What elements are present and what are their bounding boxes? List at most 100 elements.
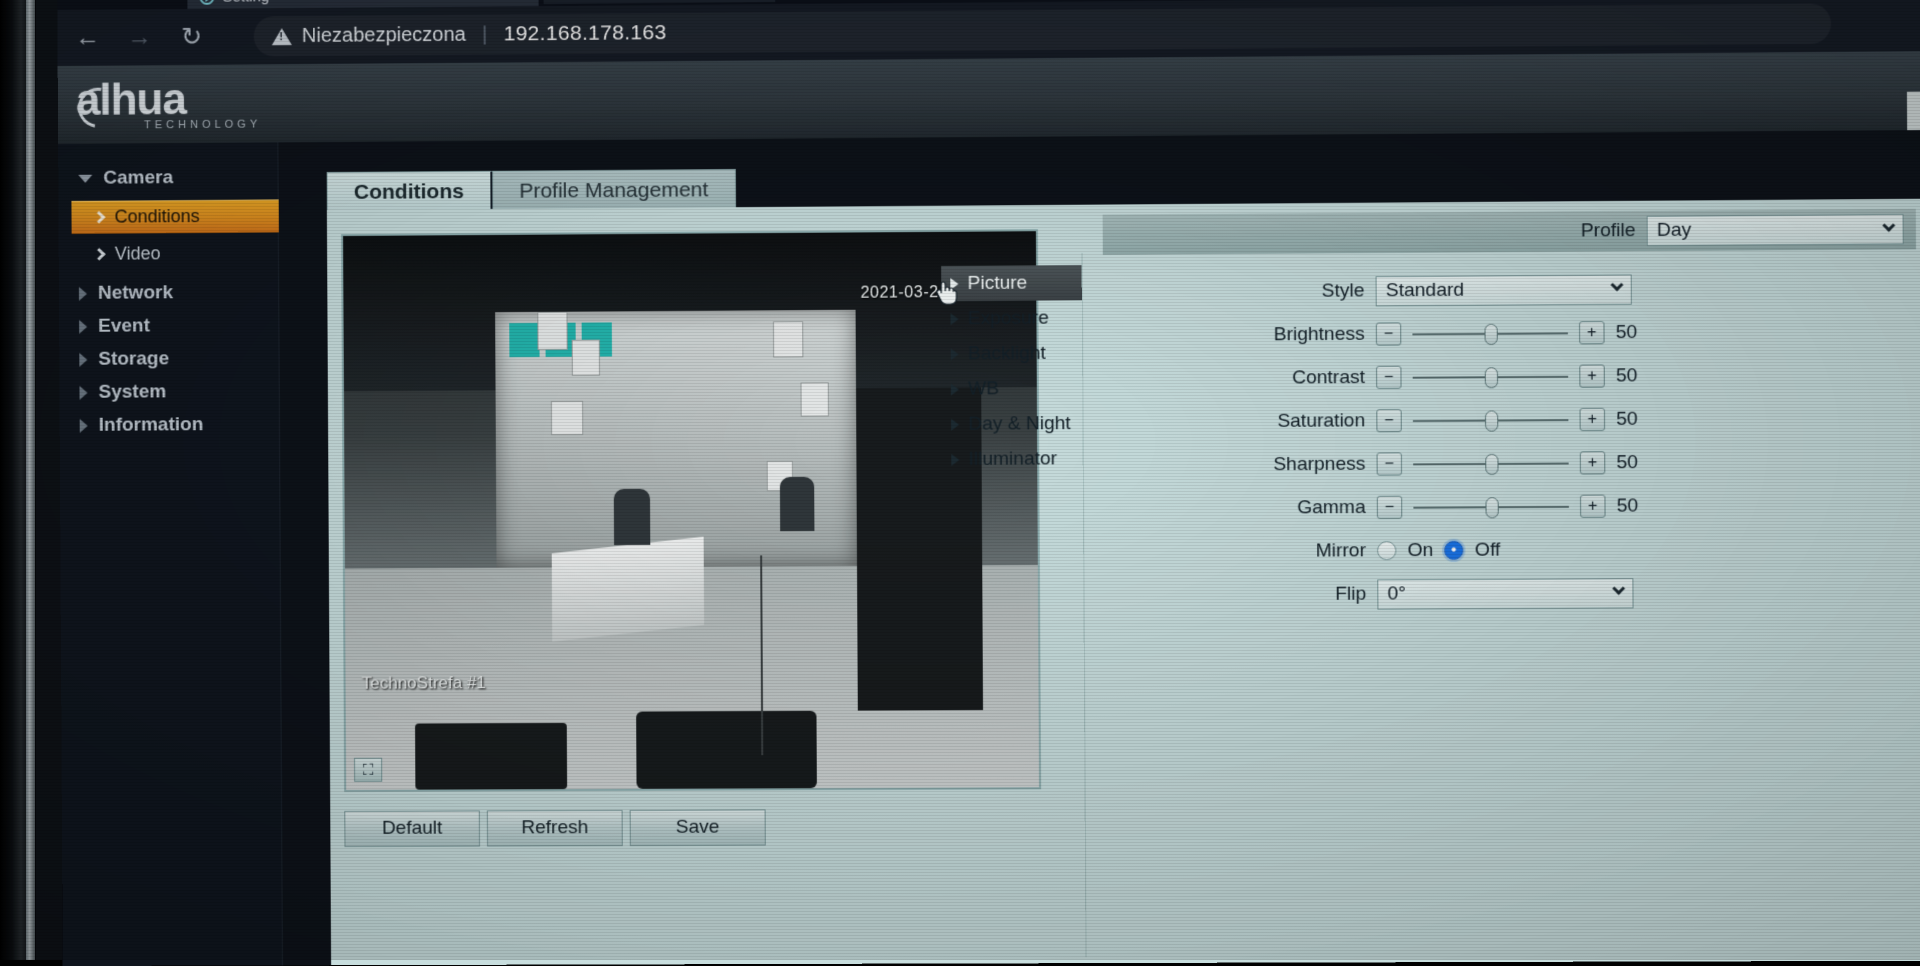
video-preview[interactable]: 2021-03-24 01:36:54 TechnoStrefa #1 ⛶ — [341, 229, 1042, 792]
accordion-item-label: WB — [968, 377, 1000, 400]
style-select[interactable]: Standard — [1375, 273, 1632, 306]
url-text[interactable]: 192.168.178.163 — [503, 21, 666, 46]
triangle-right-icon — [950, 312, 959, 325]
omnibox-separator: | — [481, 22, 488, 46]
header-right-block — [1906, 91, 1920, 131]
sidebar-item-label: System — [98, 380, 167, 403]
scene-poster — [772, 321, 803, 359]
flip-row: Flip 0° — [1105, 570, 1920, 617]
brightness-slider[interactable] — [1412, 321, 1568, 346]
gamma-increase-button[interactable]: + — [1580, 494, 1606, 518]
triangle-right-icon — [950, 277, 959, 290]
slider-thumb[interactable] — [1484, 367, 1499, 389]
sharpness-label: Sharpness — [1273, 453, 1366, 475]
saturation-decrease-button[interactable]: − — [1376, 409, 1402, 433]
flip-label: Flip — [1335, 583, 1367, 605]
accordion-item-picture[interactable]: Picture — [941, 265, 1082, 302]
sidebar-item-label: Event — [98, 314, 150, 337]
accordion-item-label: Day & Night — [968, 412, 1071, 435]
contrast-row: Contrast − + 50 — [1103, 352, 1920, 400]
sharpness-decrease-button[interactable]: − — [1376, 452, 1403, 476]
sidebar-item-storage[interactable]: Storage — [59, 342, 278, 376]
mirror-off-radio[interactable] — [1444, 540, 1464, 560]
tab-bar: Conditions Profile Management — [326, 167, 736, 213]
accordion-item-label: Picture — [967, 271, 1028, 294]
contrast-slider[interactable] — [1412, 365, 1569, 389]
accordion-item-label: Illuminator — [968, 447, 1058, 470]
chevron-right-icon — [79, 352, 88, 367]
accordion-item-wb[interactable]: WB — [942, 371, 1083, 407]
brightness-label: Brightness — [1273, 323, 1365, 345]
tab-conditions[interactable]: Conditions — [326, 170, 494, 213]
sidebar-item-camera[interactable]: Camera — [58, 160, 277, 195]
monitor-bezel-highlight — [26, 0, 35, 960]
default-button[interactable]: Default — [344, 810, 481, 848]
settings-accordion: Picture Exposure Backlight WB Day & Nigh… — [941, 265, 1083, 477]
contrast-increase-button[interactable]: + — [1579, 364, 1605, 388]
saturation-label: Saturation — [1277, 409, 1366, 432]
slider-thumb[interactable] — [1484, 323, 1498, 346]
app-header: alhua TECHNOLOGY — [57, 51, 1920, 145]
scene-poster — [800, 382, 830, 417]
sidebar-item-video[interactable]: Video — [59, 236, 278, 271]
brightness-value: 50 — [1615, 321, 1638, 343]
saturation-increase-button[interactable]: + — [1579, 407, 1606, 432]
accordion-item-illuminator[interactable]: Illuminator — [942, 441, 1083, 477]
panel-divider — [1081, 253, 1087, 958]
chevron-right-icon — [79, 385, 88, 400]
action-buttons: Default Refresh Save — [344, 809, 766, 848]
sharpness-slider[interactable] — [1413, 451, 1569, 476]
accordion-item-label: Backlight — [967, 342, 1046, 364]
contrast-decrease-button[interactable]: − — [1376, 365, 1402, 390]
triangle-right-icon — [951, 418, 960, 431]
slider-thumb[interactable] — [1484, 410, 1499, 432]
flip-select[interactable]: 0° — [1377, 577, 1634, 610]
chevron-down-icon — [1612, 582, 1626, 596]
tab-profile-management[interactable]: Profile Management — [491, 169, 736, 211]
accordion-item-backlight[interactable]: Backlight — [942, 335, 1083, 371]
forward-icon[interactable]: → — [117, 15, 161, 59]
not-secure-warning-icon[interactable] — [271, 27, 292, 45]
sidebar-item-information[interactable]: Information — [60, 408, 279, 442]
sidebar-item-label: Storage — [98, 347, 170, 370]
mirror-on-label: On — [1407, 539, 1434, 561]
brightness-row: Brightness − + 50 — [1103, 309, 1920, 358]
sharpness-increase-button[interactable]: + — [1579, 451, 1606, 475]
chevron-right-icon — [92, 210, 106, 224]
gamma-row: Gamma − + 50 — [1104, 483, 1920, 531]
sidebar-item-event[interactable]: Event — [59, 309, 278, 343]
sidebar-item-system[interactable]: System — [59, 375, 278, 409]
tab-favicon — [199, 0, 215, 5]
sidebar-item-label: Video — [114, 243, 161, 264]
saturation-slider[interactable] — [1412, 408, 1569, 432]
scene-poster — [571, 339, 601, 376]
gamma-decrease-button[interactable]: − — [1376, 495, 1403, 519]
gamma-slider[interactable] — [1413, 495, 1569, 519]
brightness-decrease-button[interactable]: − — [1375, 322, 1402, 346]
dahua-web-ui: alhua TECHNOLOGY Camera Conditions Video… — [57, 51, 1920, 966]
close-icon[interactable]: × — [503, 0, 513, 4]
slider-thumb[interactable] — [1485, 497, 1499, 519]
profile-select[interactable]: Day — [1646, 214, 1904, 247]
fullscreen-icon[interactable]: ⛶ — [354, 757, 383, 782]
mirror-on-radio[interactable] — [1377, 541, 1397, 561]
accordion-item-day-and-night[interactable]: Day & Night — [942, 406, 1083, 442]
reload-icon[interactable]: ↻ — [169, 15, 213, 59]
scene-person — [614, 489, 651, 546]
video-channel-label: TechnoStrefa #1 — [361, 673, 486, 693]
address-bar[interactable]: Niezabezpieczona | 192.168.178.163 — [253, 3, 1832, 57]
sidebar-item-label: Camera — [103, 166, 174, 189]
sidebar-item-conditions[interactable]: Conditions — [71, 199, 279, 234]
slider-thumb[interactable] — [1485, 453, 1499, 476]
brightness-increase-button[interactable]: + — [1579, 321, 1605, 345]
sidebar-item-network[interactable]: Network — [59, 276, 278, 310]
mirror-row: Mirror On Off — [1104, 526, 1920, 574]
back-icon[interactable]: ← — [65, 16, 109, 60]
triangle-right-icon — [950, 347, 959, 360]
new-tab-icon[interactable]: + — [567, 0, 578, 4]
accordion-item-exposure[interactable]: Exposure — [941, 300, 1082, 336]
save-button[interactable]: Save — [629, 809, 766, 847]
refresh-button[interactable]: Refresh — [486, 809, 623, 847]
scene-foreground-object — [636, 710, 817, 789]
scene-poster — [551, 400, 584, 436]
